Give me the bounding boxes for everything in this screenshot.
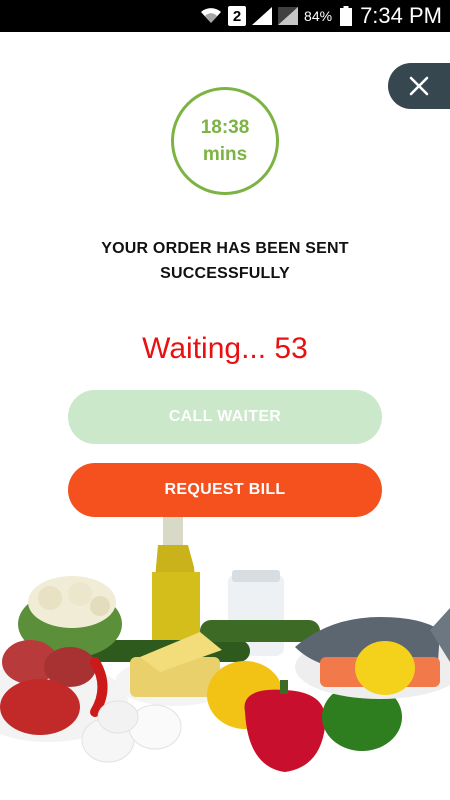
close-icon <box>409 76 429 96</box>
wifi-icon <box>200 7 222 25</box>
timer-unit: mins <box>202 144 248 165</box>
close-button[interactable] <box>388 63 450 109</box>
clock: 7:34 PM <box>360 3 442 28</box>
request-bill-button[interactable]: REQUEST BILL <box>68 463 382 517</box>
sim-indicator: 2 <box>228 6 247 26</box>
order-timer: 18:38 mins <box>171 87 279 195</box>
food-illustration <box>0 517 450 772</box>
order-status-message: YOUR ORDER HAS BEEN SENT SUCCESSFULLY <box>60 236 390 286</box>
status-bar: 2 84% 7:34 PM <box>0 0 450 32</box>
battery-percent: 84% <box>304 8 333 24</box>
battery-icon <box>340 6 353 26</box>
call-waiter-button[interactable]: CALL WAITER <box>68 390 382 444</box>
timer-value: 18:38 <box>200 117 250 138</box>
signal-icon <box>252 7 273 25</box>
waiting-counter: Waiting... 53 <box>142 332 308 365</box>
signal-icon-secondary <box>278 7 299 25</box>
order-status-line-1: YOUR ORDER HAS BEEN SENT <box>101 240 349 257</box>
order-status-line-2: SUCCESSFULLY <box>160 265 290 282</box>
